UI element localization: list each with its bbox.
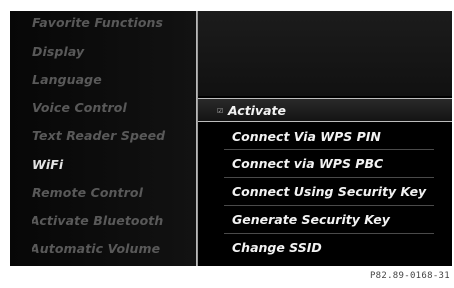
submenu-separator — [224, 177, 434, 178]
menu-item-label: Favorite Functions — [32, 15, 164, 30]
menu-item-label: Remote Control — [32, 185, 143, 200]
menu-item-label: Voice Control — [32, 100, 127, 115]
submenu-item-label: Generate Security Key — [232, 212, 390, 227]
menu-item-activate-bluetooth[interactable]: ☑Activate Bluetooth — [32, 210, 196, 232]
menu-item-label: Display — [32, 44, 85, 59]
submenu-item-activate[interactable]: ☑ Activate — [198, 98, 452, 122]
submenu-item-label: Connect Via WPS PIN — [232, 129, 381, 144]
submenu-item-change-ssid[interactable]: Change SSID — [198, 236, 452, 260]
submenu-separator — [224, 205, 434, 206]
submenu-item-label: Activate — [228, 103, 286, 118]
submenu-item-label: Connect Using Security Key — [232, 184, 427, 199]
menu-item-label: Language — [32, 72, 102, 87]
submenu-separator — [224, 233, 434, 234]
submenu-item-connect-wps-pbc[interactable]: Connect via WPS PBC — [198, 152, 452, 176]
submenu-item-generate-security-key[interactable]: Generate Security Key — [198, 208, 452, 232]
display-screen: Favorite Functions Display Language Voic… — [10, 11, 452, 266]
menu-item-label: WiFi — [32, 157, 64, 172]
menu-item-label: Activate Bluetooth — [32, 213, 164, 228]
submenu-separator — [224, 149, 434, 150]
menu-item-text-reader-speed[interactable]: Text Reader Speed — [32, 125, 196, 147]
menu-item-voice-control[interactable]: Voice Control — [32, 97, 196, 119]
menu-item-label: Automatic Volume — [32, 241, 161, 256]
menu-item-favorite-functions[interactable]: Favorite Functions — [32, 12, 196, 34]
checked-box-icon: ☑ — [217, 107, 224, 115]
submenu-item-label: Change SSID — [232, 240, 322, 255]
submenu-item-connect-security-key[interactable]: Connect Using Security Key — [198, 180, 452, 204]
menu-item-wifi[interactable]: WiFi — [32, 154, 196, 176]
menu-item-remote-control[interactable]: Remote Control — [32, 182, 196, 204]
figure-code: P82.89-0168-31 — [369, 271, 450, 281]
submenu-header-area — [198, 11, 452, 96]
submenu-item-label: Connect via WPS PBC — [232, 156, 384, 171]
menu-item-automatic-volume[interactable]: □Automatic Volume — [32, 238, 196, 260]
wifi-submenu: ☑ Activate Connect Via WPS PIN Connect v… — [198, 11, 452, 266]
submenu-item-connect-wps-pin[interactable]: Connect Via WPS PIN — [198, 125, 452, 149]
menu-item-label: Text Reader Speed — [32, 128, 166, 143]
settings-menu: Favorite Functions Display Language Voic… — [10, 11, 196, 266]
menu-item-display[interactable]: Display — [32, 41, 196, 63]
menu-item-language[interactable]: Language — [32, 69, 196, 91]
